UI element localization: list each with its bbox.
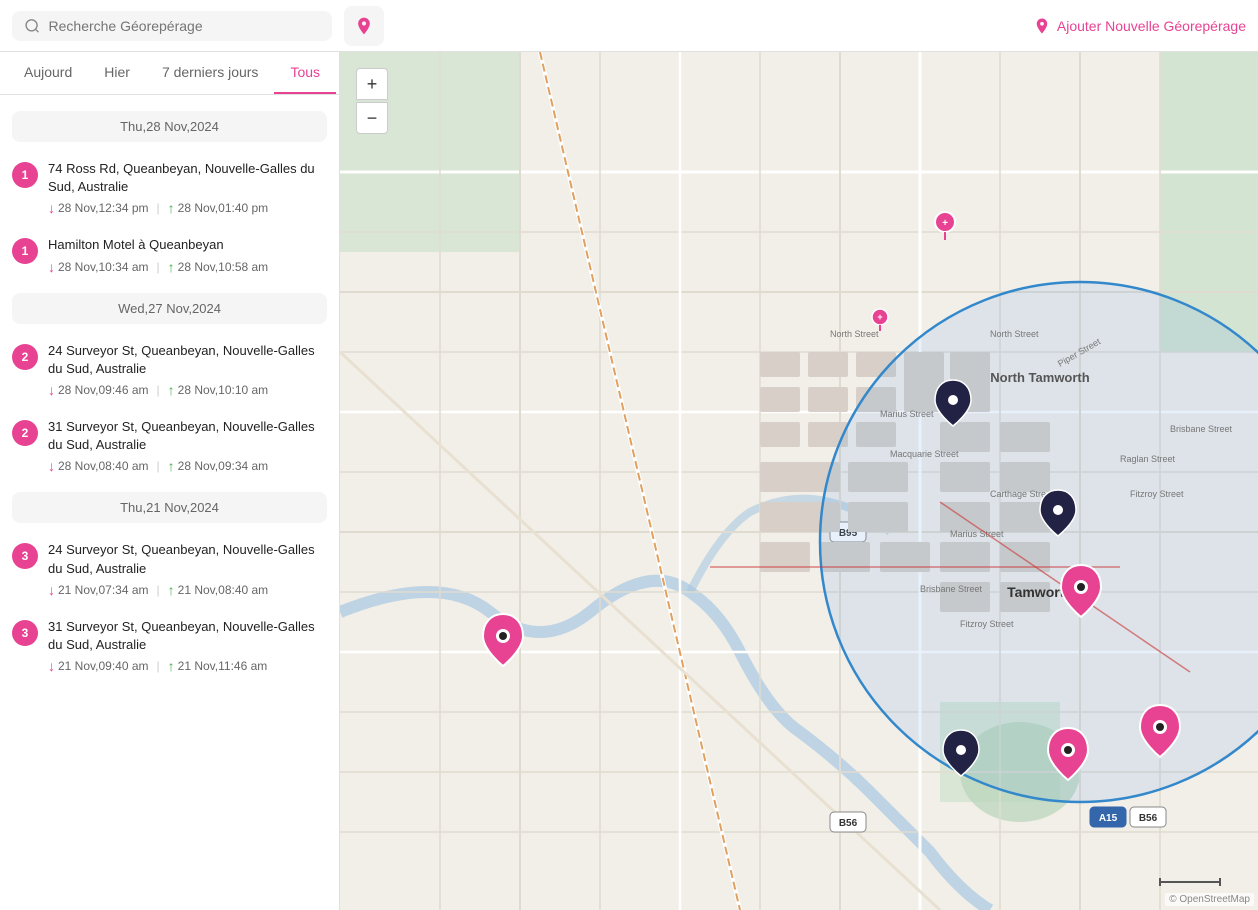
- leave-time: 28 Nov,10:58 am: [178, 260, 269, 274]
- svg-text:+: +: [942, 218, 948, 229]
- list-item[interactable]: 3 31 Surveyor St, Queanbeyan, Nouvelle-G…: [0, 608, 339, 684]
- arrive-icon: ↓: [48, 200, 55, 216]
- tab-tous[interactable]: Tous: [274, 52, 336, 94]
- arrive-time: 21 Nov,09:40 am: [58, 659, 149, 673]
- item-number: 3: [12, 620, 38, 646]
- svg-text:Raglan Street: Raglan Street: [1120, 454, 1176, 464]
- leave-icon: ↑: [168, 582, 175, 598]
- svg-text:Marius Street: Marius Street: [880, 409, 934, 419]
- arrive-time: 21 Nov,07:34 am: [58, 583, 149, 597]
- arrive-icon: ↓: [48, 382, 55, 398]
- zoom-out-button[interactable]: −: [356, 102, 388, 134]
- item-times: ↓ 28 Nov,08:40 am | ↑ 28 Nov,09:34 am: [48, 458, 327, 474]
- item-number: 3: [12, 543, 38, 569]
- date-separator-3: Thu,21 Nov,2024: [12, 492, 327, 523]
- svg-text:Brisbane Street: Brisbane Street: [1170, 424, 1233, 434]
- date-separator-1: Thu,28 Nov,2024: [12, 111, 327, 142]
- item-times: ↓ 28 Nov,12:34 pm | ↑ 28 Nov,01:40 pm: [48, 200, 327, 216]
- arrive-time: 28 Nov,12:34 pm: [58, 201, 149, 215]
- location-pin-icon: [1033, 17, 1051, 35]
- tab-7-jours[interactable]: 7 derniers jours: [146, 52, 275, 94]
- svg-text:Fitzroy Street: Fitzroy Street: [960, 619, 1014, 629]
- top-bar: Ajouter Nouvelle Géorepérage: [0, 0, 1258, 52]
- arrive-time: 28 Nov,09:46 am: [58, 383, 149, 397]
- tab-bar: Aujourd Hier 7 derniers jours Tous: [0, 52, 339, 95]
- leave-time: 21 Nov,11:46 am: [178, 659, 268, 673]
- svg-text:Brisbane Street: Brisbane Street: [920, 584, 983, 594]
- leave-time: 28 Nov,10:10 am: [178, 383, 269, 397]
- svg-text:B56: B56: [839, 818, 858, 829]
- sidebar: Aujourd Hier 7 derniers jours Tous Thu,2…: [0, 52, 340, 910]
- item-times: ↓ 28 Nov,09:46 am | ↑ 28 Nov,10:10 am: [48, 382, 327, 398]
- item-number: 1: [12, 238, 38, 264]
- svg-text:North Tamworth: North Tamworth: [990, 370, 1089, 385]
- arrive-time: 28 Nov,10:34 am: [58, 260, 149, 274]
- item-address: 31 Surveyor St, Queanbeyan, Nouvelle-Gal…: [48, 418, 327, 454]
- map-pin-button[interactable]: [344, 6, 384, 46]
- svg-text:Marius Street: Marius Street: [950, 529, 1004, 539]
- map-canvas: B95 B56 A15 B56: [340, 52, 1258, 910]
- item-times: ↓ 21 Nov,09:40 am | ↑ 21 Nov,11:46 am: [48, 658, 327, 674]
- item-address: 74 Ross Rd, Queanbeyan, Nouvelle-Galles …: [48, 160, 327, 196]
- date-separator-2: Wed,27 Nov,2024: [12, 293, 327, 324]
- search-icon: [24, 17, 41, 35]
- list-item[interactable]: 1 Hamilton Motel à Queanbeyan ↓ 28 Nov,1…: [0, 226, 339, 284]
- item-times: ↓ 28 Nov,10:34 am | ↑ 28 Nov,10:58 am: [48, 259, 327, 275]
- leave-icon: ↑: [168, 458, 175, 474]
- arrive-icon: ↓: [48, 458, 55, 474]
- tab-aujourd[interactable]: Aujourd: [8, 52, 88, 94]
- leave-icon: ↑: [168, 259, 175, 275]
- list-item[interactable]: 3 24 Surveyor St, Queanbeyan, Nouvelle-G…: [0, 531, 339, 607]
- svg-text:A15: A15: [1099, 813, 1118, 824]
- item-address: 24 Surveyor St, Queanbeyan, Nouvelle-Gal…: [48, 541, 327, 577]
- search-input[interactable]: [49, 18, 320, 34]
- leave-icon: ↑: [168, 382, 175, 398]
- item-address: Hamilton Motel à Queanbeyan: [48, 236, 327, 254]
- list-item[interactable]: 1 74 Ross Rd, Queanbeyan, Nouvelle-Galle…: [0, 150, 339, 226]
- sidebar-scroll[interactable]: Thu,28 Nov,2024 1 74 Ross Rd, Queanbeyan…: [0, 95, 339, 910]
- svg-text:Macquarie Street: Macquarie Street: [890, 449, 959, 459]
- item-number: 2: [12, 344, 38, 370]
- leave-time: 21 Nov,08:40 am: [178, 583, 269, 597]
- item-address: 31 Surveyor St, Queanbeyan, Nouvelle-Gal…: [48, 618, 327, 654]
- map-pin-icon: [354, 16, 374, 36]
- list-item[interactable]: 2 31 Surveyor St, Queanbeyan, Nouvelle-G…: [0, 408, 339, 484]
- svg-text:North Street: North Street: [830, 329, 879, 339]
- map-attribution: © OpenStreetMap: [1165, 893, 1254, 906]
- svg-text:Fitzroy Street: Fitzroy Street: [1130, 489, 1184, 499]
- search-container: [12, 11, 332, 41]
- map-area[interactable]: + −: [340, 52, 1258, 910]
- svg-text:+: +: [877, 312, 882, 322]
- map-controls: + −: [356, 68, 388, 134]
- item-number: 2: [12, 420, 38, 446]
- tab-hier[interactable]: Hier: [88, 52, 146, 94]
- zoom-in-button[interactable]: +: [356, 68, 388, 100]
- main-layout: Aujourd Hier 7 derniers jours Tous Thu,2…: [0, 52, 1258, 910]
- leave-icon: ↑: [168, 658, 175, 674]
- list-item[interactable]: 2 24 Surveyor St, Queanbeyan, Nouvelle-G…: [0, 332, 339, 408]
- item-number: 1: [12, 162, 38, 188]
- svg-text:B56: B56: [1139, 813, 1158, 824]
- leave-time: 28 Nov,01:40 pm: [178, 201, 269, 215]
- arrive-icon: ↓: [48, 582, 55, 598]
- arrive-time: 28 Nov,08:40 am: [58, 459, 149, 473]
- add-geofence-button[interactable]: Ajouter Nouvelle Géorepérage: [1033, 17, 1246, 35]
- svg-text:North Street: North Street: [990, 329, 1039, 339]
- arrive-icon: ↓: [48, 259, 55, 275]
- item-address: 24 Surveyor St, Queanbeyan, Nouvelle-Gal…: [48, 342, 327, 378]
- add-geofence-label: Ajouter Nouvelle Géorepérage: [1057, 18, 1246, 34]
- arrive-icon: ↓: [48, 658, 55, 674]
- item-times: ↓ 21 Nov,07:34 am | ↑ 21 Nov,08:40 am: [48, 582, 327, 598]
- leave-time: 28 Nov,09:34 am: [178, 459, 269, 473]
- leave-icon: ↑: [168, 200, 175, 216]
